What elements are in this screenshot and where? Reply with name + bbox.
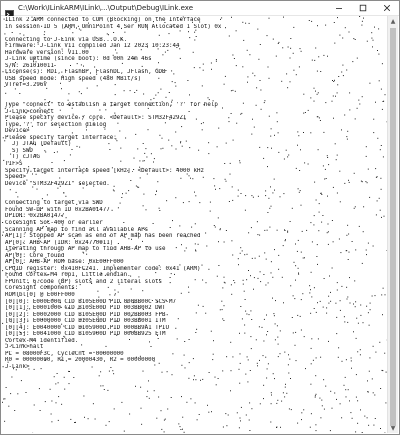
minimize-icon — [336, 8, 342, 9]
vertical-scrollbar[interactable]: ▲ ▼ — [387, 16, 398, 433]
scroll-up-button[interactable]: ▲ — [388, 16, 398, 26]
close-button[interactable] — [375, 1, 399, 15]
close-icon — [383, 4, 391, 12]
window-title: C:\Work\ILinkARM\ILink\...\Output\Debug\… — [18, 4, 194, 12]
console-app-icon — [5, 4, 14, 19]
scroll-thumb[interactable] — [390, 28, 396, 426]
minimize-button[interactable] — [327, 1, 351, 15]
console-window: C:\Work\ILinkARM\ILink\...\Output\Debug\… — [0, 0, 400, 435]
maximize-icon — [359, 4, 367, 12]
console-output[interactable]: ILink 2 ARM connected to COM (Blocking) … — [2, 16, 388, 433]
title-bar[interactable]: C:\Work\ILinkARM\ILink\...\Output\Debug\… — [1, 1, 399, 19]
console-text: ILink 2 ARM connected to COM (Blocking) … — [5, 17, 386, 371]
console-line: J-Link> — [5, 363, 30, 370]
scroll-down-button[interactable]: ▼ — [388, 423, 398, 433]
maximize-button[interactable] — [351, 1, 375, 15]
